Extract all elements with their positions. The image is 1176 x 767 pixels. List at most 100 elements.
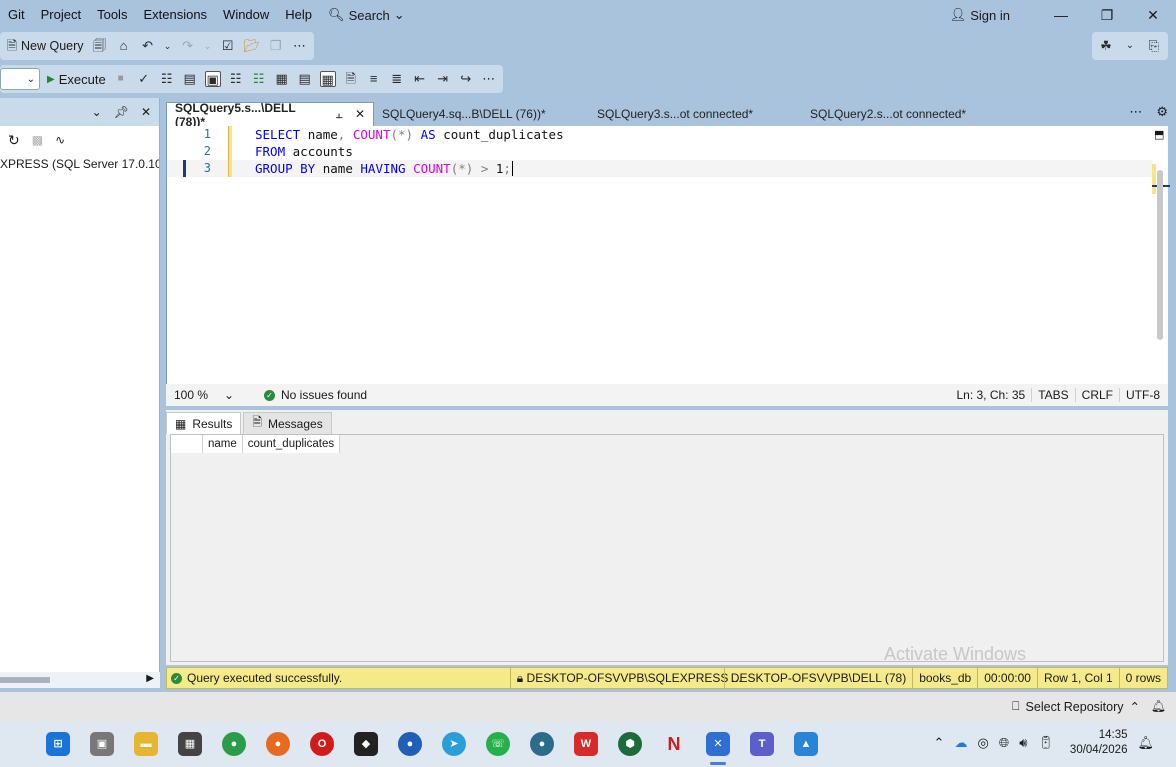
more-options-icon[interactable]: ⋯ (292, 38, 308, 54)
close-icon[interactable]: ✕ (355, 107, 365, 122)
signin-button[interactable]: 👤︎ Sign in (950, 7, 1010, 23)
results-grid[interactable]: name count_duplicates (170, 434, 1164, 662)
encoding[interactable]: UTF-8 (1119, 388, 1166, 402)
display-plan-icon[interactable]: ☷ (159, 71, 175, 87)
increase-indent-icon[interactable]: ⇥ (435, 71, 451, 87)
live-stats-icon[interactable]: ☷ (251, 71, 267, 87)
analysis-query-icon[interactable]: ⌂ (116, 38, 132, 54)
execute-button[interactable]: ▶ Execute (47, 72, 106, 87)
copilot-dropdown-icon[interactable]: ⌄ (1122, 38, 1138, 54)
menu-extensions[interactable]: Extensions (135, 0, 215, 30)
copy-icon[interactable]: ❐ (268, 38, 284, 54)
open-folder-icon[interactable]: 📂︎ (244, 38, 261, 54)
menu-tools[interactable]: Tools (89, 0, 135, 30)
calendar-app-icon[interactable]: ▦ (178, 732, 202, 756)
clock[interactable]: 14:35 30/04/2026 (1070, 728, 1128, 758)
notification-bell-icon[interactable]: 🔔︎ (1151, 699, 1166, 713)
database-dropdown[interactable]: ⌄ (0, 68, 40, 90)
battery-icon[interactable]: 🔋︎ (1037, 735, 1054, 751)
search-button[interactable]: 🔍︎ Search ⌄ (320, 7, 413, 23)
query-editor[interactable]: 1 2 3 SELECT name, COUNT(*) AS count_dup… (166, 126, 1170, 384)
results-to-grid-icon[interactable]: ▦ (319, 71, 336, 87)
settings-gear-icon[interactable]: ⚙ (1156, 104, 1168, 120)
tab-sqlquery4[interactable]: SQLQuery4.sq...B\DELL (76))* (374, 102, 589, 126)
netflix-icon[interactable]: N (662, 732, 686, 756)
redo-dropdown-icon[interactable]: ⌄ (204, 38, 212, 54)
tab-results[interactable]: ▦ Results (166, 412, 242, 434)
ssms-icon[interactable]: ✕ (706, 732, 730, 756)
results-to-text-icon[interactable]: ▤ (297, 71, 313, 87)
feedback-icon[interactable]: ⎘ (1146, 38, 1162, 54)
cursor-position[interactable]: Ln: 3, Ch: 35 (950, 388, 1031, 402)
intellisense-icon[interactable]: ▣ (204, 71, 221, 87)
terminal-app-icon[interactable]: ◆ (354, 732, 378, 756)
network-icon[interactable]: 🌐︎ (999, 735, 1009, 751)
activity-monitor-icon[interactable]: ☑ (220, 38, 236, 54)
teams-icon[interactable]: T (750, 732, 774, 756)
notification-bell-icon[interactable]: 🔔︎ (1137, 735, 1154, 751)
menu-help[interactable]: Help (277, 0, 320, 30)
select-repository-button[interactable]: ⎕ Select Repository ⌃ (1012, 699, 1140, 714)
activity-icon[interactable]: ∿ (55, 133, 65, 147)
scrollbar-thumb[interactable] (1157, 170, 1163, 340)
pin-icon[interactable]: ⫠ (336, 107, 343, 122)
server-node[interactable]: XPRESS (SQL Server 17.0.1000 - (0, 154, 159, 174)
line-endings[interactable]: CRLF (1074, 388, 1119, 402)
new-query-button[interactable]: 🗎︎ New Query (6, 38, 84, 54)
volume-icon[interactable]: 🔊︎ (1019, 735, 1027, 751)
scroll-right-icon[interactable]: ▶ (146, 673, 154, 684)
column-header[interactable]: count_duplicates (243, 435, 341, 453)
chevron-down-icon[interactable]: ⌄ (92, 105, 102, 119)
include-plan-icon[interactable]: ☷ (228, 71, 244, 87)
tab-sqlquery5[interactable]: SQLQuery5.s...\DELL (78))* ⫠ ✕ (166, 101, 374, 129)
security-app-icon[interactable]: ⬢ (618, 732, 642, 756)
split-icon[interactable]: ⬒ (1154, 128, 1164, 141)
onedrive-icon[interactable]: ☁ (954, 735, 967, 751)
edge-icon[interactable]: ● (398, 732, 422, 756)
browser-app-icon[interactable]: ● (530, 732, 554, 756)
minimize-button[interactable]: — (1038, 7, 1084, 23)
pin-icon[interactable]: 📌︎ (114, 105, 129, 119)
results-to-file-icon[interactable]: 🗎︎ (343, 71, 359, 87)
chevron-up-icon[interactable]: ⌃ (934, 735, 945, 751)
photos-icon[interactable]: ▲ (794, 732, 818, 756)
client-stats-icon[interactable]: ▦ (274, 71, 290, 87)
tab-messages[interactable]: 🗎︎ Messages (243, 412, 332, 434)
column-header[interactable]: name (203, 435, 243, 453)
comment-icon[interactable]: ≡ (366, 71, 382, 87)
parse-check-icon[interactable]: ✓ (136, 71, 152, 87)
close-button[interactable]: ✕ (1130, 7, 1176, 24)
zoom-dropdown[interactable]: 100 % ⌄ (168, 385, 240, 405)
tab-sqlquery3[interactable]: SQLQuery3.s...ot connected* (589, 102, 802, 126)
chrome-icon[interactable]: ● (222, 732, 246, 756)
more-options-icon[interactable]: ⋯ (481, 71, 497, 87)
menu-window[interactable]: Window (215, 0, 277, 30)
task-view-icon[interactable]: ▣ (90, 732, 114, 756)
copilot-icon[interactable]: ☘ (1098, 38, 1114, 54)
telegram-icon[interactable]: ➤ (442, 732, 466, 756)
whatsapp-icon[interactable]: ☏ (486, 732, 510, 756)
uncomment-icon[interactable]: ≣ (389, 71, 405, 87)
stop-icon[interactable]: ■ (113, 71, 129, 87)
vertical-scrollbar[interactable]: ⬒ (1152, 126, 1170, 384)
opera-icon[interactable]: O (310, 732, 334, 756)
undo-icon[interactable]: ↶ (140, 38, 156, 54)
tab-sqlquery2[interactable]: SQLQuery2.s...ot connected* (802, 102, 1082, 126)
file-explorer-icon[interactable]: ▬ (134, 732, 158, 756)
redo-icon[interactable]: ↷ (180, 38, 196, 54)
database-query-icon[interactable]: 🗐︎ (92, 38, 108, 54)
filter-icon[interactable]: ▩ (32, 133, 43, 147)
close-icon[interactable]: ✕ (141, 105, 151, 119)
location-icon[interactable]: ◎ (977, 735, 988, 751)
more-options-icon[interactable]: ⋯ (1129, 104, 1142, 120)
restore-button[interactable]: ❐ (1084, 7, 1130, 24)
start-menu-icon[interactable]: ⊞ (46, 732, 70, 756)
firefox-icon[interactable]: ● (266, 732, 290, 756)
wps-office-icon[interactable]: W (574, 732, 598, 756)
issues-indicator[interactable]: ✓ No issues found (264, 388, 367, 402)
refresh-icon[interactable]: ↻ (8, 132, 20, 149)
query-options-icon[interactable]: ▤ (182, 71, 198, 87)
scrollbar-thumb[interactable] (0, 677, 50, 683)
specify-values-icon[interactable]: ↪ (458, 71, 474, 87)
horizontal-scrollbar[interactable]: ▶ (0, 672, 160, 688)
